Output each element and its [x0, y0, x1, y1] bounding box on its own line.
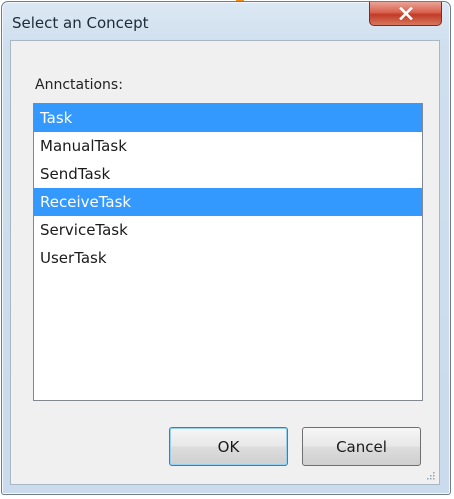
- annotations-label: Annctations:: [35, 77, 123, 93]
- ok-button[interactable]: OK: [169, 427, 288, 466]
- annotations-listbox[interactable]: Task ManualTask SendTask ReceiveTask Ser…: [33, 103, 423, 401]
- list-item-send-task[interactable]: SendTask: [34, 160, 422, 188]
- dialog-body: Annctations: Task ManualTask SendTask Re…: [10, 40, 440, 485]
- list-item-user-task[interactable]: UserTask: [34, 244, 422, 272]
- resize-grip-icon[interactable]: [425, 470, 435, 480]
- dialog-title: Select an Concept: [12, 14, 149, 32]
- list-item-service-task[interactable]: ServiceTask: [34, 216, 422, 244]
- list-item-receive-task[interactable]: ReceiveTask: [34, 188, 422, 216]
- close-button[interactable]: [369, 2, 442, 26]
- close-icon: [398, 7, 413, 20]
- list-item-manual-task[interactable]: ManualTask: [34, 132, 422, 160]
- title-bar[interactable]: Select an Concept: [2, 2, 450, 40]
- select-concept-dialog: Select an Concept Annctations: Task Manu…: [1, 1, 451, 495]
- cancel-button[interactable]: Cancel: [302, 427, 421, 466]
- list-item-task[interactable]: Task: [34, 104, 422, 132]
